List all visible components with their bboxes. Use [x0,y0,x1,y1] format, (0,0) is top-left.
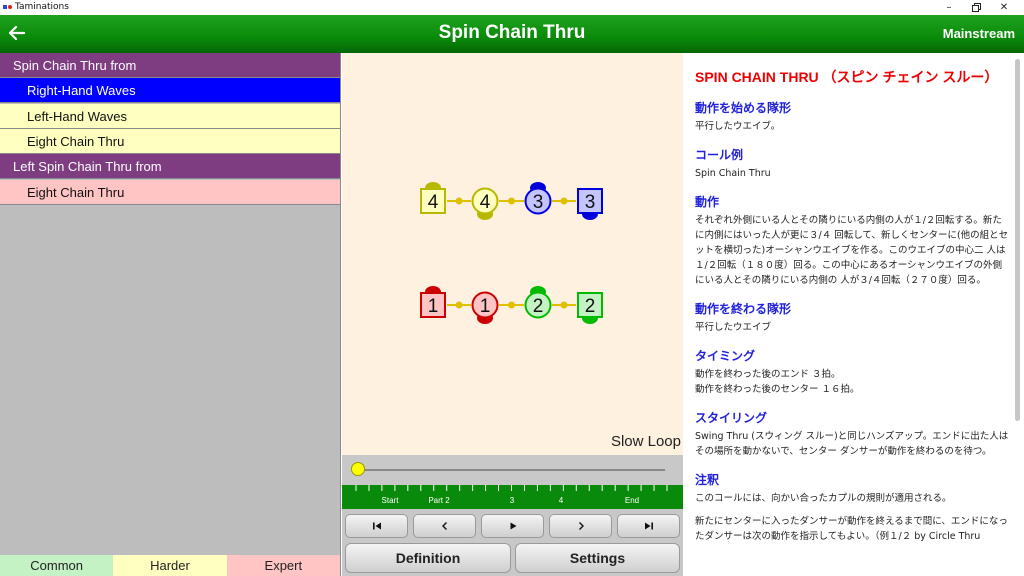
skip-to-start-icon [372,522,381,530]
app-header: Spin Chain Thru Mainstream [0,15,1024,53]
taminations-app-icon [3,5,12,9]
step-back-icon [441,522,447,530]
definition-sections: 動作を始める隊形 平行したウエイブ。 コール例 Spin Chain Thru 動作それ… [695,99,1010,544]
level-harder[interactable]: Harder [113,555,227,576]
maximize-button[interactable] [962,0,990,15]
hand-hold-dot [455,197,463,205]
step-forward-icon [578,522,584,530]
dancer-2-girl[interactable]: 2 [524,286,552,319]
minimize-icon: – [946,2,952,13]
list-group-header: Spin Chain Thru from [0,53,340,78]
dancer-4-boy[interactable]: 4 [420,182,446,214]
hand-hold-dot [455,301,463,309]
dancer-3-girl[interactable]: 3 [524,182,552,215]
hand-hold-dot [560,197,568,205]
section-text: 新たにセンターに入ったダンサーが動作を終えるまで間に、エンドになったダンサーは次… [695,516,1008,542]
slider-thumb[interactable] [351,462,365,476]
slider-track [356,469,665,471]
section-text: 平行したウエイブ [695,322,772,333]
animation-slider[interactable] [342,455,683,485]
definition-panel[interactable]: SPIN CHAIN THRU （スピン チェイン スルー） 動作を始める隊形平… [684,53,1024,576]
section-text: 動作を終わった後のエンド ３拍。 動作を終わった後のセンター １６拍。 [695,369,860,395]
restore-icon [971,3,981,12]
window-title-bar: Taminations – ✕ [0,0,1024,15]
animation-panel: 4 4 3 3 1 1 2 2 Slow Loop Start Part 2 3 4 End [342,53,683,576]
section-text: このコールには、向かい合ったカプルの規則が適用される。 [695,493,952,504]
app-window: Taminations – ✕ Spin Chain Thru Mainstre… [0,0,1024,576]
hand-hold-dot [560,301,568,309]
dancer-number: 3 [533,192,544,213]
part-label: Start [381,496,399,505]
dance-floor: 4 4 3 3 1 1 2 2 [420,182,603,325]
formation-item[interactable]: Eight Chain Thru [0,179,340,205]
section-heading: 動作を始める隊形 [695,101,792,115]
definition-content: SPIN CHAIN THRU （スピン チェイン スルー） 動作を始める隊形平… [695,67,1010,544]
definition-scrollbar[interactable] [1015,59,1020,421]
dancer-number: 2 [585,296,596,317]
dancer-4-girl[interactable]: 4 [471,187,499,221]
skip-to-start-button[interactable] [345,514,408,538]
section-heading: コール例 [695,148,744,162]
window-title: Taminations [15,2,69,12]
close-button[interactable]: ✕ [990,0,1018,15]
dancer-number: 3 [585,192,596,213]
part-label: Part 2 [428,496,450,505]
dancer-number: 4 [428,192,439,213]
dancer-number: 1 [480,296,491,317]
part-label: 3 [509,496,515,505]
part-label: End [624,496,640,505]
section-heading: 動作 [695,195,720,209]
minimize-button[interactable]: – [935,0,963,15]
page-title: Spin Chain Thru [438,22,586,43]
section-text: Spin Chain Thru [695,168,771,179]
dancer-1-girl[interactable]: 1 [471,291,499,325]
level-common[interactable]: Common [0,555,114,576]
skip-to-end-button[interactable] [617,514,680,538]
section-text: Swing Thru (スウィング スルー)と同じハンズアップ。エンドに出た人は… [695,431,1009,457]
dancer-3-boy[interactable]: 3 [577,188,603,220]
skip-to-end-icon [644,522,653,530]
dancer-1-boy[interactable]: 1 [420,286,446,318]
section-heading: 注釈 [695,473,720,487]
dancer-2-boy[interactable]: 2 [577,292,603,324]
section-heading: スタイリング [695,411,768,425]
playback-controls: Definition Settings [342,509,683,576]
formation-item[interactable]: Eight Chain Thru [0,128,340,154]
section-text: それぞれ外側にいる人とその隣りにいる内側の人が１/２回転する。新たに内側にはいっ… [695,215,1009,286]
hand-hold-dot [508,197,515,205]
settings-button[interactable]: Settings [515,543,680,573]
level-link[interactable]: Mainstream [943,26,1015,41]
dancer-number: 2 [533,296,544,317]
section-heading: タイミング [695,349,756,363]
formation-item[interactable]: Left-Hand Waves [0,103,340,129]
hand-hold-dot [508,301,515,309]
dancer-number: 4 [480,192,491,213]
difficulty-legend: Common Harder Expert [0,555,340,576]
definition-title: SPIN CHAIN THRU （スピン チェイン スルー） [695,69,999,85]
play-icon [510,522,516,530]
level-expert[interactable]: Expert [226,555,340,576]
play-button[interactable] [481,514,544,538]
formation-list-panel: Spin Chain Thru from Right-Hand Waves Left… [0,53,341,576]
dancer-number: 1 [428,296,439,317]
part-label: 4 [558,496,564,505]
formation-item[interactable]: Right-Hand Waves [0,78,340,104]
slow-loop-label[interactable]: Slow Loop [611,433,681,450]
section-text: 平行したウエイブ。 [695,121,781,132]
close-icon: ✕ [999,2,1009,13]
definition-button[interactable]: Definition [345,543,511,573]
list-group-header: Left Spin Chain Thru from [0,154,340,180]
step-back-button[interactable] [413,514,476,538]
section-heading: 動作を終わる隊形 [695,302,792,316]
step-forward-button[interactable] [549,514,612,538]
part-ticks-bar: Start Part 2 3 4 End [342,485,683,509]
